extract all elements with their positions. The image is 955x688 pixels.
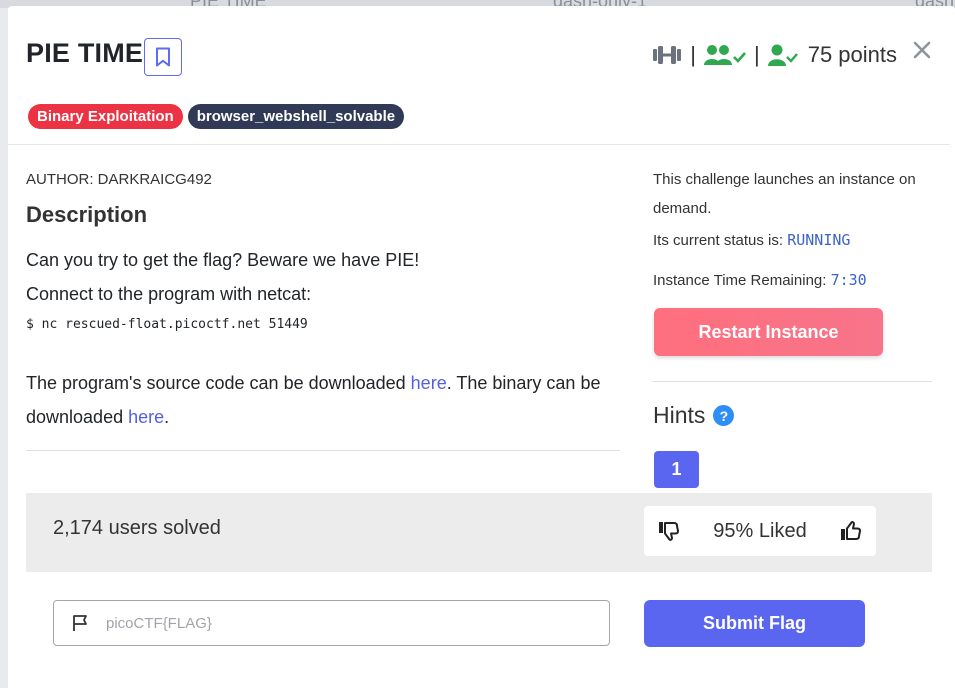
user-check-icon: [767, 44, 798, 66]
status-value: RUNNING: [787, 231, 851, 249]
stats-bar: 2,174 users solved 95% Liked: [26, 493, 932, 572]
instance-divider: [653, 381, 932, 382]
thumbs-up-icon[interactable]: [840, 521, 862, 541]
meta-separator: |: [690, 42, 696, 67]
liked-percentage: 95% Liked: [713, 519, 807, 542]
instance-status: Its current status is: RUNNING: [653, 226, 850, 255]
restart-instance-button[interactable]: Restart Instance: [654, 308, 883, 356]
close-icon: [913, 41, 931, 59]
flag-icon: [73, 615, 87, 631]
users-check-icon: [703, 45, 746, 65]
time-value: 7:30: [830, 271, 867, 289]
instance-timer: Instance Time Remaining: 7:30: [653, 266, 867, 295]
header-divider: [8, 144, 950, 145]
author-label: AUTHOR: DARKRAICG492: [26, 171, 212, 188]
instance-launch-text: This challenge launches an instance on d…: [653, 171, 916, 217]
source-download-link[interactable]: here: [411, 373, 447, 393]
challenge-meta: | | 75 points: [652, 40, 897, 70]
flag-input-field[interactable]: [53, 600, 610, 646]
bookmark-button[interactable]: [144, 38, 182, 76]
bookmark-icon: [156, 47, 170, 67]
paragraph-text: The program's source code can be downloa…: [26, 373, 411, 393]
time-label: Instance Time Remaining:: [653, 272, 831, 289]
binary-download-link[interactable]: here: [128, 407, 164, 427]
help-icon[interactable]: ?: [713, 405, 735, 426]
solved-count: 2,174 users solved: [53, 517, 221, 539]
flag-input[interactable]: [106, 614, 566, 632]
download-paragraph: The program's source code can be downloa…: [26, 366, 616, 434]
close-button[interactable]: [913, 36, 931, 64]
description-heading: Description: [26, 202, 148, 227]
hint-1-button[interactable]: 1: [654, 451, 699, 488]
dumbbell-icon: [653, 46, 682, 64]
hints-heading: Hints ?: [653, 402, 735, 429]
challenge-title: PIE TIME: [26, 38, 144, 68]
thumbs-down-icon[interactable]: [658, 521, 680, 541]
description-text: Can you try to get the flag? Beware we h…: [26, 250, 420, 270]
challenge-points: 75 points: [807, 42, 897, 67]
description-text: Connect to the program with netcat:: [26, 284, 312, 304]
tag-category[interactable]: Binary Exploitation: [28, 104, 183, 129]
tag-webshell[interactable]: browser_webshell_solvable: [187, 104, 405, 129]
likes-box: 95% Liked: [644, 506, 876, 556]
meta-separator: |: [753, 42, 760, 67]
tag-list: Binary Exploitation browser_webshell_sol…: [28, 104, 405, 129]
submit-flag-button[interactable]: Submit Flag: [644, 600, 865, 647]
hints-title: Hints: [653, 402, 706, 428]
status-label: Its current status is:: [653, 232, 788, 249]
description-divider: [26, 450, 620, 451]
netcat-command: $ nc rescued-float.picoctf.net 51449: [26, 317, 308, 332]
challenge-modal: PIE TIME | | 75 points Binary Exploitati…: [8, 6, 955, 688]
paragraph-text: .: [164, 407, 170, 427]
